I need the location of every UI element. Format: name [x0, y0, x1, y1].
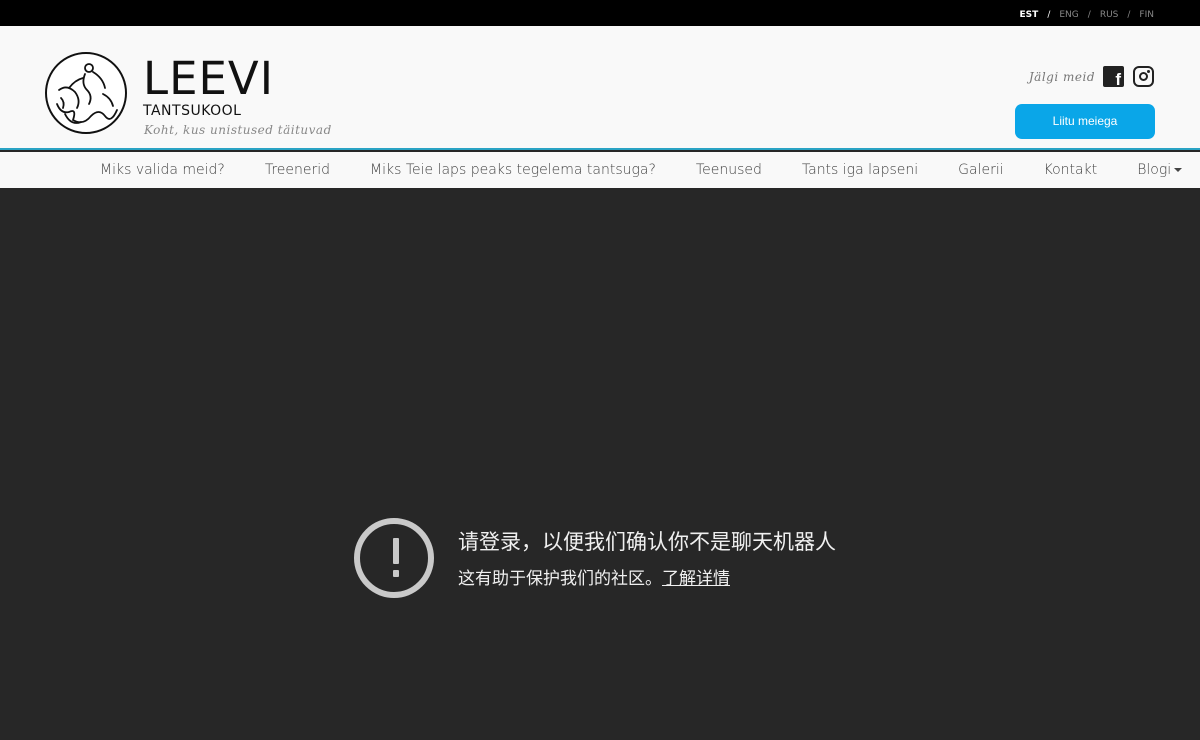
top-bar: EST / ENG / RUS / FIN — [0, 0, 1200, 26]
chevron-down-icon — [1174, 168, 1183, 172]
lang-est[interactable]: EST — [1020, 10, 1039, 20]
facebook-icon[interactable]: f — [1103, 66, 1124, 88]
site-header: LEEVI TANTSUKOOL Koht, kus unistused täi… — [0, 26, 1200, 150]
nav-item-gallery[interactable]: Galerii — [958, 162, 1003, 178]
alert-icon — [354, 518, 434, 598]
lang-separator: / — [1087, 10, 1091, 20]
nav-item-why-dance[interactable]: Miks Teie laps peaks tegelema tantsuga? — [370, 162, 656, 178]
login-overlay: 请登录，以便我们确认你不是聊天机器人 这有助于保护我们的社区。了解详情 — [0, 188, 1200, 740]
social-follow: Jälgi meid f — [1028, 66, 1154, 88]
lang-fin[interactable]: FIN — [1139, 10, 1154, 20]
brand-tagline: Koht, kus unistused täituvad — [144, 123, 332, 137]
nav-item-coaches[interactable]: Treenerid — [265, 162, 330, 178]
nav-item-why-choose[interactable]: Miks valida meid? — [100, 162, 225, 178]
language-switcher: EST / ENG / RUS / FIN — [1020, 10, 1154, 20]
nav-item-contact[interactable]: Kontakt — [1044, 162, 1098, 178]
nav-item-blog-label: Blogi — [1137, 162, 1172, 178]
overlay-subtitle-text: 这有助于保护我们的社区。 — [458, 569, 662, 589]
brand-name: LEEVI — [143, 52, 274, 105]
lang-rus[interactable]: RUS — [1100, 10, 1119, 20]
lang-eng[interactable]: ENG — [1059, 10, 1078, 20]
nav-item-blog[interactable]: Blogi — [1137, 162, 1183, 178]
brand-subtitle: TANTSUKOOL — [143, 103, 242, 119]
instagram-icon[interactable] — [1133, 66, 1154, 87]
nav-item-dance-for-every-child[interactable]: Tants iga lapseni — [802, 162, 918, 178]
nav-item-services[interactable]: Teenused — [696, 162, 762, 178]
overlay-title: 请登录，以便我们确认你不是聊天机器人 — [458, 530, 836, 554]
learn-more-link[interactable]: 了解详情 — [662, 569, 730, 589]
lang-separator: / — [1047, 10, 1051, 20]
lang-separator: / — [1127, 10, 1131, 20]
follow-label: Jälgi meid — [1028, 69, 1095, 84]
dancers-logo-icon — [56, 63, 118, 124]
overlay-subtitle: 这有助于保护我们的社区。了解详情 — [458, 564, 730, 589]
logo[interactable] — [45, 52, 127, 134]
join-button[interactable]: Liitu meiega — [1015, 104, 1155, 139]
main-nav: Miks valida meid? Treenerid Miks Teie la… — [0, 152, 1200, 188]
